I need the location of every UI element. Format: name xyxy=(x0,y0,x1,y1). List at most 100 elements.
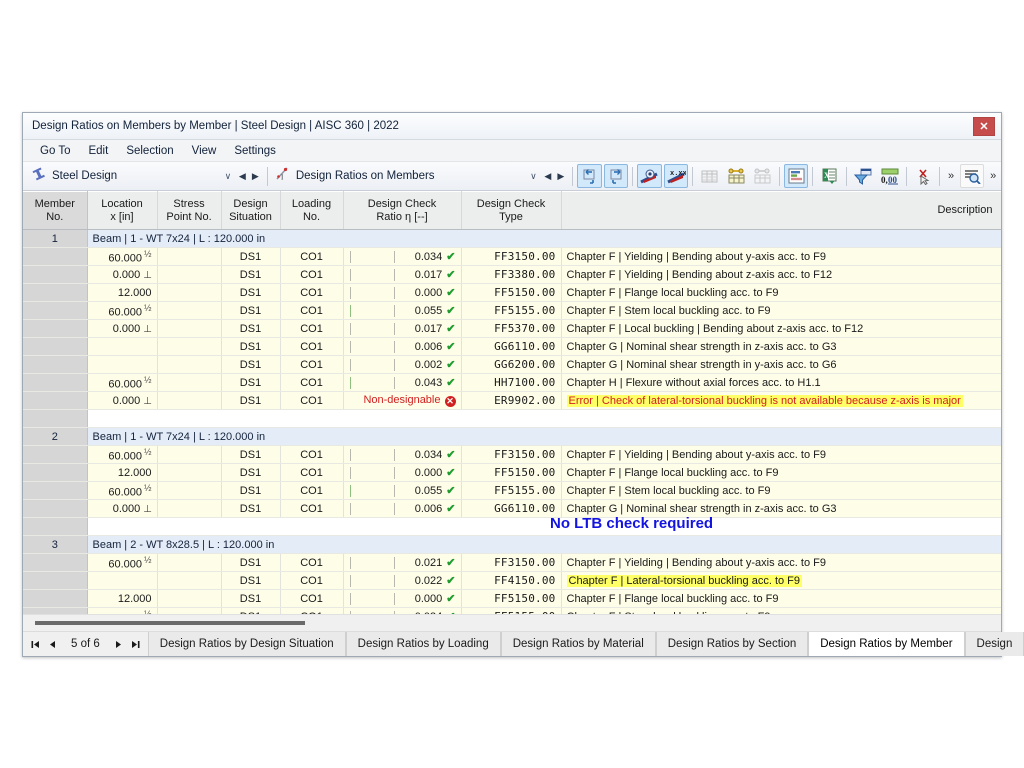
row-member-cell[interactable] xyxy=(23,589,88,608)
group-member-no[interactable]: 3 xyxy=(23,535,88,554)
cell-description[interactable]: Chapter G | Nominal shear strength in z-… xyxy=(561,337,1001,356)
prev-page-button[interactable] xyxy=(44,633,61,655)
cell-location[interactable]: 0.000 ⊥ xyxy=(87,499,158,518)
cell-ratio[interactable]: 0.034✔ xyxy=(343,247,462,266)
cell-location[interactable]: 60.000½ xyxy=(87,445,158,464)
row-member-cell[interactable] xyxy=(23,607,88,614)
tab-5[interactable]: Design Ratios by Member xyxy=(808,632,965,656)
cell-loading[interactable]: CO1 xyxy=(280,499,344,518)
cell-design-situation[interactable]: DS1 xyxy=(221,571,281,590)
table-row[interactable]: 12.000 DS1 CO1 0.000 ✔ FF5150.00 Chapter F | F… xyxy=(23,589,1001,608)
menu-item-selection[interactable]: Selection xyxy=(117,143,182,159)
chevron-down-icon-2[interactable]: ∨ xyxy=(525,167,541,186)
horizontal-scrollbar[interactable] xyxy=(23,614,1001,631)
group-header-row[interactable]: 3 Beam | 2 - WT 8x28.5 | L : 120.000 in xyxy=(23,535,1001,554)
cell-check-type[interactable]: GG6110.00 xyxy=(461,499,562,518)
cell-location[interactable]: 60.000½ xyxy=(87,247,158,266)
tab-1[interactable]: Design Ratios by Design Situation xyxy=(147,632,346,656)
cell-ratio[interactable]: 0.021 ✔ xyxy=(343,553,462,572)
column-header-situation[interactable]: Design Situation xyxy=(221,191,281,230)
tab-4[interactable]: Design Ratios by Section xyxy=(655,632,809,656)
export-excel-button[interactable]: X xyxy=(817,164,842,188)
tab-2[interactable]: Design Ratios by Loading xyxy=(345,632,501,656)
cell-ratio[interactable]: 0.055 ✔ xyxy=(343,481,462,500)
cell-stress-point[interactable] xyxy=(157,571,222,590)
cell-location[interactable]: 60.000½ xyxy=(87,301,158,320)
table-row[interactable]: 60.000 ½ DS1 CO1 0.034 ✔ FF3150.00 Chapter F | … xyxy=(23,247,1001,266)
cell-description[interactable]: Chapter F | Flange local buckling acc. t… xyxy=(561,283,1001,302)
cell-loading[interactable]: CO1 xyxy=(280,445,344,464)
cell-check-type[interactable]: FF5150.00 xyxy=(461,589,562,608)
cell-design-situation[interactable]: DS1 xyxy=(221,445,281,464)
row-member-cell[interactable] xyxy=(23,463,88,482)
cell-loading[interactable]: CO1 xyxy=(280,589,344,608)
table-row[interactable]: 0.000 ⊥ DS1 CO1 0.006 ✔ GG6110.00 Chapter G | N… xyxy=(23,499,1001,518)
group-header-row[interactable]: 1 Beam | 1 - WT 7x24 | L : 120.000 in xyxy=(23,229,1001,248)
row-member-cell[interactable] xyxy=(23,391,88,410)
table-plain-button[interactable] xyxy=(697,164,722,188)
cell-stress-point[interactable] xyxy=(157,319,222,338)
cell-ratio[interactable]: 0.002 ✔ xyxy=(343,355,462,374)
cell-design-situation[interactable]: DS1 xyxy=(221,481,281,500)
cell-ratio[interactable]: 0.055 ✔ xyxy=(343,301,462,320)
first-page-button[interactable] xyxy=(27,633,44,655)
show-results-button[interactable] xyxy=(637,164,662,188)
cell-ratio[interactable]: 0.017 ✔ xyxy=(343,319,462,338)
cell-check-type[interactable]: FF3150.00 xyxy=(461,445,562,464)
cell-check-type[interactable]: ER9902.00 xyxy=(461,391,562,410)
cell-ratio[interactable]: Non-designable ✕ xyxy=(343,391,462,410)
cell-ratio[interactable]: 0.006 ✔ xyxy=(343,337,462,356)
column-header-loading[interactable]: Loading No. xyxy=(280,191,344,230)
cell-loading[interactable]: CO1 xyxy=(280,283,344,302)
cell-location[interactable]: 12.000 xyxy=(87,283,158,302)
table-row[interactable]: 12.000 DS1 CO1 0.000 ✔ FF5150.00 Chapter F | F… xyxy=(23,283,1001,302)
cell-design-situation[interactable]: DS1 xyxy=(221,607,281,614)
table-row[interactable]: 0.000 ⊥ DS1 CO1 0.017 ✔ FF5370.00 Chapter F | L… xyxy=(23,319,1001,338)
cell-description[interactable]: Chapter F | Flange local buckling acc. t… xyxy=(561,463,1001,482)
cell-design-situation[interactable]: DS1 xyxy=(221,499,281,518)
cell-stress-point[interactable] xyxy=(157,391,222,410)
tab-6[interactable]: Design xyxy=(964,632,1024,656)
combo-left-next-button[interactable]: ▶ xyxy=(249,167,262,186)
scrollbar-thumb[interactable] xyxy=(35,621,305,625)
cell-stress-point[interactable] xyxy=(157,301,222,320)
column-header-type[interactable]: Design Check Type xyxy=(461,191,562,230)
cell-location[interactable] xyxy=(87,337,158,356)
cell-stress-point[interactable] xyxy=(157,607,222,614)
cell-location[interactable] xyxy=(87,571,158,590)
cell-stress-point[interactable] xyxy=(157,283,222,302)
cell-stress-point[interactable] xyxy=(157,463,222,482)
cell-design-situation[interactable]: DS1 xyxy=(221,319,281,338)
cell-check-type[interactable]: FF5150.00 xyxy=(461,463,562,482)
cell-design-situation[interactable]: DS1 xyxy=(221,391,281,410)
cell-description[interactable]: Chapter F | Local buckling | Bending abo… xyxy=(561,319,1001,338)
cell-stress-point[interactable] xyxy=(157,247,222,266)
separator-cell[interactable] xyxy=(87,517,1001,536)
cell-loading[interactable]: CO1 xyxy=(280,481,344,500)
row-member-cell[interactable] xyxy=(23,265,88,284)
cell-ratio[interactable]: 0.006 ✔ xyxy=(343,499,462,518)
cell-stress-point[interactable] xyxy=(157,337,222,356)
group-member-no[interactable]: 1 xyxy=(23,229,88,248)
cell-description[interactable]: Chapter F | Lateral-torsional buckling a… xyxy=(561,571,1001,590)
row-member-cell[interactable] xyxy=(23,571,88,590)
clear-selection-button[interactable] xyxy=(911,164,936,188)
cell-stress-point[interactable] xyxy=(157,265,222,284)
cell-design-situation[interactable]: DS1 xyxy=(221,247,281,266)
last-page-button[interactable] xyxy=(127,633,144,655)
row-member-cell[interactable] xyxy=(23,553,88,572)
separator-member-cell[interactable] xyxy=(23,409,88,428)
cell-location[interactable]: 0.000 ⊥ xyxy=(87,319,158,338)
cell-ratio[interactable]: 0.034✔ xyxy=(343,445,462,464)
cell-loading[interactable]: CO1 xyxy=(280,373,344,392)
cell-design-situation[interactable]: DS1 xyxy=(221,265,281,284)
cell-loading[interactable]: CO1 xyxy=(280,355,344,374)
combo-left-prev-button[interactable]: ◀ xyxy=(236,167,249,186)
combo-right-prev-button[interactable]: ◀ xyxy=(541,167,554,186)
cell-stress-point[interactable] xyxy=(157,373,222,392)
table-row[interactable]: 0.000 ⊥ DS1 CO1 0.017 ✔ FF3380.00 Chapter F | Y… xyxy=(23,265,1001,284)
undo-arrow-button[interactable] xyxy=(577,164,602,188)
chart-button[interactable] xyxy=(783,164,809,188)
group-title[interactable]: Beam | 2 - WT 8x28.5 | L : 120.000 in xyxy=(87,535,1001,554)
group-member-no[interactable]: 2 xyxy=(23,427,88,446)
